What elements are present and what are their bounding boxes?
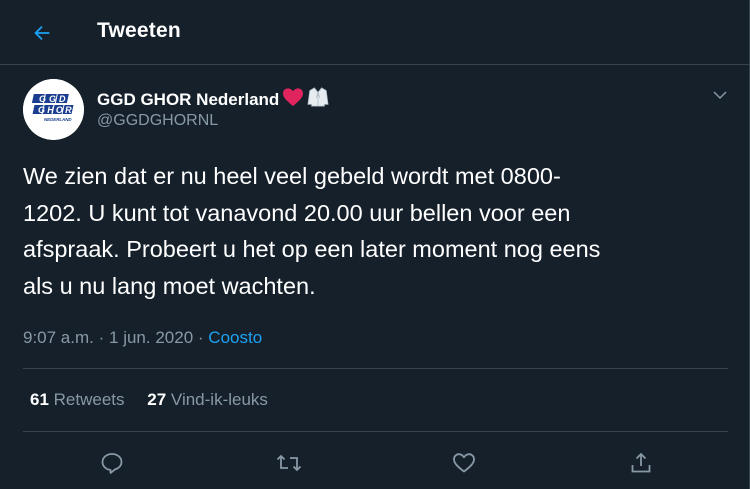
meta-separator: · (98, 328, 105, 347)
tweet-text-line: We zien dat er nu heel veel gebeld wordt… (23, 163, 561, 189)
author-handle[interactable]: @GGDGHORNL (97, 112, 218, 130)
avatar[interactable]: GGD GHOR NEDERLAND (23, 79, 84, 140)
share-icon (631, 452, 651, 473)
reply-icon (101, 453, 123, 474)
tweet-stats: 61 Retweets 27 Vind-ik-leuks (30, 390, 286, 410)
share-button[interactable] (627, 449, 655, 477)
tweet-time[interactable]: 9:07 a.m. (23, 328, 94, 347)
red-heart-emoji (282, 87, 304, 112)
tweet-text-line: als u nu lang moet wachten. (23, 272, 316, 299)
tweet-text: We zien dat er nu heel veel gebeld wordt… (23, 158, 723, 304)
meta-separator: · (197, 328, 204, 347)
likes-stat[interactable]: 27 Vind-ik-leuks (147, 390, 268, 410)
page-title: Tweeten (97, 19, 181, 42)
like-icon (453, 453, 475, 473)
retweet-button[interactable] (275, 449, 303, 477)
back-button[interactable] (26, 17, 58, 49)
svg-text:NEDERLAND: NEDERLAND (44, 117, 72, 122)
likes-label: Vind-ik-leuks (170, 390, 268, 409)
divider (23, 368, 728, 369)
arrow-left-icon (34, 25, 50, 41)
chevron-down-icon (713, 91, 727, 100)
lab-coat-emoji (307, 86, 329, 113)
author-name-row[interactable]: GGD GHOR Nederland (97, 86, 329, 113)
tweet-text-line: 1202. U kunt tot vanavond 20.00 uur bell… (23, 199, 571, 226)
tweet-source-link[interactable]: Coosto (208, 328, 262, 347)
retweets-label: Retweets (53, 390, 125, 409)
author-name[interactable]: GGD GHOR Nederland (97, 90, 279, 110)
like-button[interactable] (450, 449, 478, 477)
reply-button[interactable] (98, 449, 126, 477)
tweet-options-button[interactable] (708, 84, 732, 106)
ggd-ghor-logo: GGD GHOR NEDERLAND (23, 79, 84, 140)
tweet-meta: 9:07 a.m. · 1 jun. 2020 · Coosto (23, 328, 262, 348)
retweets-count: 61 (30, 390, 49, 409)
svg-text:GHOR: GHOR (38, 105, 74, 115)
divider (23, 431, 728, 432)
header-bar: Tweeten (0, 0, 750, 65)
retweet-icon (276, 454, 302, 472)
svg-text:GGD: GGD (39, 94, 69, 104)
tweet-date[interactable]: 1 jun. 2020 (109, 328, 193, 347)
tweet-text-line: afspraak. Probeert u het op een later mo… (23, 236, 601, 262)
retweets-stat[interactable]: 61 Retweets (30, 390, 125, 410)
likes-count: 27 (147, 390, 167, 409)
